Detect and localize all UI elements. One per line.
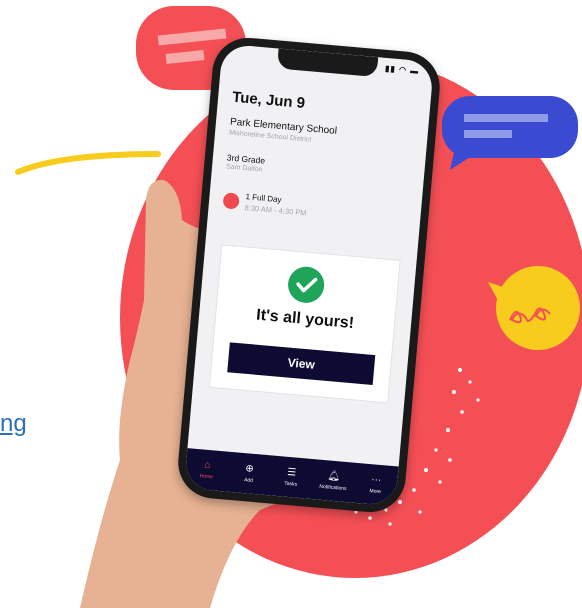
- tab-tasks[interactable]: ☰ Tasks: [268, 455, 314, 499]
- home-icon: ⌂: [203, 459, 211, 472]
- more-icon: ···: [370, 474, 382, 487]
- tab-label: More: [369, 488, 382, 496]
- tab-home[interactable]: ⌂ Home: [184, 448, 230, 492]
- add-icon: ⊕: [244, 463, 255, 475]
- phone-notch: [276, 48, 379, 78]
- day-time-range: 8:30 AM - 4:30 PM: [244, 203, 307, 218]
- status-bar-icons: ▮▮ ◠ ▬: [384, 63, 420, 76]
- phone-screen: ▮▮ ◠ ▬ Tue, Jun 9 Park Elementary School…: [183, 43, 435, 507]
- tasks-icon: ☰: [286, 466, 297, 479]
- tab-label: Notifications: [319, 483, 347, 493]
- date-heading: Tue, Jun 9: [231, 88, 306, 112]
- yellow-chat-bubble-icon: [488, 266, 580, 350]
- check-icon: [286, 265, 326, 305]
- tab-label: Tasks: [284, 480, 298, 488]
- phone-device: ▮▮ ◠ ▬ Tue, Jun 9 Park Elementary School…: [175, 34, 443, 516]
- confirmation-card: It's all yours! View: [208, 244, 401, 404]
- link-text[interactable]: ng: [0, 410, 27, 438]
- tab-add[interactable]: ⊕ Add: [226, 452, 272, 496]
- tab-more[interactable]: ··· More: [353, 463, 399, 507]
- blue-chat-bubble-icon: [442, 96, 578, 170]
- bell-icon: 🔔︎: [327, 470, 341, 483]
- view-button[interactable]: View: [227, 342, 376, 385]
- tab-label: Home: [199, 473, 214, 481]
- tab-notifications[interactable]: 🔔︎ Notifications: [311, 459, 357, 503]
- tab-label: Add: [243, 477, 254, 484]
- confirmation-title: It's all yours!: [255, 306, 355, 333]
- day-indicator-dot: [222, 192, 240, 210]
- day-type-label: 1 Full Day: [245, 192, 282, 205]
- bottom-tab-bar: ⌂ Home ⊕ Add ☰ Tasks 🔔︎ Notifications ··…: [183, 448, 399, 507]
